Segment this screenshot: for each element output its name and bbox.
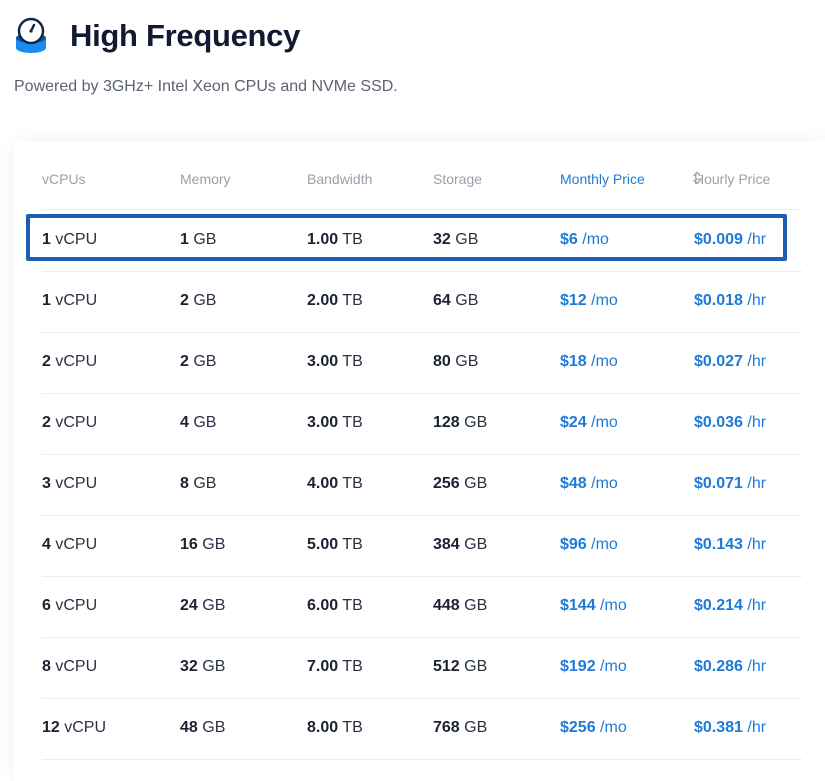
cell-storage: 384 GB	[433, 536, 488, 553]
column-header-memory[interactable]: Memory	[180, 171, 231, 187]
cell-bandwidth: 4.00 TB	[307, 475, 363, 492]
cell-vcpus: 8 vCPU	[42, 658, 98, 675]
table-row[interactable]: 2 vCPU 4 GB 3.00 TB 128 GB $24 /mo $0.036 /hr	[42, 393, 802, 455]
cell-monthly: $96 /mo	[560, 536, 618, 553]
cell-memory: 24 GB	[180, 597, 226, 614]
cell-bandwidth: 6.00 TB	[307, 597, 363, 614]
cell-bandwidth: 3.00 TB	[307, 414, 363, 431]
cell-bandwidth: 1.00 TB	[307, 231, 363, 248]
cell-hourly: $0.214 /hr	[694, 597, 767, 614]
cell-hourly: $0.381 /hr	[694, 719, 767, 736]
cell-monthly: $256 /mo	[560, 719, 627, 736]
cell-memory: 2 GB	[180, 353, 217, 370]
cell-bandwidth: 8.00 TB	[307, 719, 363, 736]
cell-vcpus: 3 vCPU	[42, 475, 98, 492]
table-row[interactable]: 2 vCPU 2 GB 3.00 TB 80 GB $18 /mo $0.027 /hr	[42, 332, 802, 394]
cell-vcpus: 2 vCPU	[42, 414, 98, 431]
table-row[interactable]: 4 vCPU 16 GB 5.00 TB 384 GB $96 /mo $0.143 /h…	[42, 515, 802, 577]
cell-memory: 16 GB	[180, 536, 226, 553]
table-row[interactable]: 8 vCPU 32 GB 7.00 TB 512 GB $192 /mo $0.286 /…	[42, 637, 802, 699]
cell-memory: 2 GB	[180, 292, 217, 309]
cell-memory: 4 GB	[180, 414, 217, 431]
column-header-bandwidth[interactable]: Bandwidth	[307, 171, 372, 187]
cell-hourly: $0.071 /hr	[694, 475, 767, 492]
cell-storage: 512 GB	[433, 658, 488, 675]
column-header-hourly-price[interactable]: Hourly Price	[694, 171, 770, 187]
cell-monthly: $24 /mo	[560, 414, 618, 431]
column-header-monthly-price-label: Monthly Price	[560, 171, 645, 187]
cell-memory: 8 GB	[180, 475, 217, 492]
cell-storage: 128 GB	[433, 414, 488, 431]
cell-memory: 48 GB	[180, 719, 226, 736]
table-row[interactable]: 6 vCPU 24 GB 6.00 TB 448 GB $144 /mo $0.214 /…	[42, 576, 802, 638]
cell-bandwidth: 3.00 TB	[307, 353, 363, 370]
cell-monthly: $6 /mo	[560, 231, 609, 248]
cell-hourly: $0.018 /hr	[694, 292, 767, 309]
cell-hourly: $0.286 /hr	[694, 658, 767, 675]
cell-memory: 1 GB	[180, 231, 217, 248]
pricing-table: vCPUs Memory Bandwidth Storage Monthly P…	[14, 141, 825, 781]
cell-hourly: $0.143 /hr	[694, 536, 767, 553]
page-subtitle: Powered by 3GHz+ Intel Xeon CPUs and NVM…	[14, 78, 398, 95]
table-row[interactable]: 1 vCPU 1 GB 1.00 TB 32 GB $6 /mo $0.009 /hr	[42, 210, 802, 272]
cell-vcpus: 1 vCPU	[42, 231, 98, 248]
table-header: vCPUs Memory Bandwidth Storage Monthly P…	[42, 141, 802, 210]
cell-storage: 768 GB	[433, 719, 488, 736]
table-row[interactable]: 12 vCPU 48 GB 8.00 TB 768 GB $256 /mo $0.381 …	[42, 698, 802, 760]
cell-vcpus: 4 vCPU	[42, 536, 98, 553]
cell-storage: 448 GB	[433, 597, 488, 614]
cell-hourly: $0.027 /hr	[694, 353, 767, 370]
table-row[interactable]: 3 vCPU 8 GB 4.00 TB 256 GB $48 /mo $0.071 /hr	[42, 454, 802, 516]
cell-monthly: $144 /mo	[560, 597, 627, 614]
cell-memory: 32 GB	[180, 658, 226, 675]
cell-vcpus: 1 vCPU	[42, 292, 98, 309]
cell-vcpus: 2 vCPU	[42, 353, 98, 370]
cell-monthly: $192 /mo	[560, 658, 627, 675]
column-header-storage[interactable]: Storage	[433, 171, 482, 187]
cell-storage: 32 GB	[433, 231, 479, 248]
table-row[interactable]: 1 vCPU 2 GB 2.00 TB 64 GB $12 /mo $0.018 /hr	[42, 271, 802, 333]
cell-bandwidth: 2.00 TB	[307, 292, 363, 309]
cell-monthly: $12 /mo	[560, 292, 618, 309]
column-header-vcpus[interactable]: vCPUs	[42, 171, 86, 187]
cell-bandwidth: 7.00 TB	[307, 658, 363, 675]
cell-monthly: $18 /mo	[560, 353, 618, 370]
cell-storage: 64 GB	[433, 292, 479, 309]
column-header-monthly-price[interactable]: Monthly Price	[560, 171, 710, 187]
cell-hourly: $0.036 /hr	[694, 414, 767, 431]
cell-vcpus: 6 vCPU	[42, 597, 98, 614]
cell-storage: 256 GB	[433, 475, 488, 492]
page-title: High Frequency	[70, 18, 301, 53]
high-frequency-icon	[16, 17, 46, 53]
cell-storage: 80 GB	[433, 353, 479, 370]
page-header: High Frequency	[14, 14, 300, 58]
cell-monthly: $48 /mo	[560, 475, 618, 492]
cell-bandwidth: 5.00 TB	[307, 536, 363, 553]
cell-vcpus: 12 vCPU	[42, 719, 107, 736]
cell-hourly: $0.009 /hr	[694, 231, 767, 248]
